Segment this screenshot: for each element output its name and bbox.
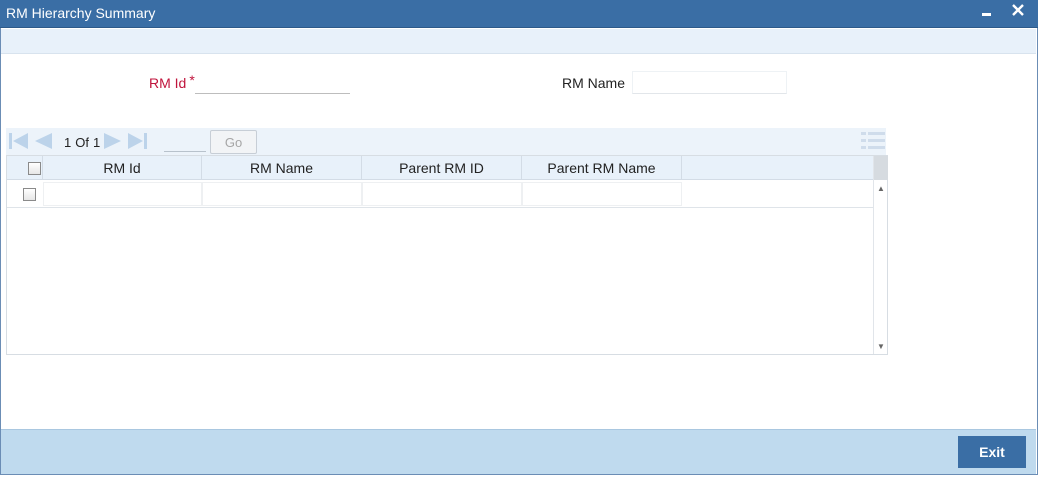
- rm-name-label: RM Name: [562, 75, 626, 91]
- goto-page-input[interactable]: [164, 132, 206, 152]
- parent-rm-name-cell[interactable]: [522, 182, 682, 206]
- prev-page-icon[interactable]: [32, 131, 54, 154]
- first-page-icon[interactable]: [8, 131, 30, 154]
- scrollbar-header-corner: [874, 156, 888, 180]
- rm-id-cell[interactable]: [43, 182, 202, 206]
- rm-id-input[interactable]: [195, 72, 350, 94]
- window-titlebar: RM Hierarchy Summary: [0, 0, 1038, 28]
- column-header[interactable]: Parent RM ID: [362, 156, 522, 180]
- row-checkbox[interactable]: [23, 188, 36, 201]
- select-all-column: [7, 156, 43, 180]
- footer-bar: [1, 429, 1036, 474]
- column-header[interactable]: RM Name: [202, 156, 362, 180]
- rm-id-label: RM Id *: [149, 72, 195, 91]
- pager-toolbar: 1 Of 1: [6, 128, 886, 155]
- scroll-up-icon[interactable]: ▲: [877, 184, 885, 193]
- list-view-icon[interactable]: [861, 131, 885, 151]
- rm-name-cell[interactable]: [202, 182, 362, 206]
- go-button[interactable]: Go: [210, 130, 257, 154]
- select-all-checkbox[interactable]: [28, 162, 41, 175]
- minimize-icon[interactable]: [977, 0, 997, 20]
- results-grid: RM Id RM Name Parent RM ID Parent RM Nam…: [6, 155, 888, 355]
- last-page-icon[interactable]: [126, 131, 148, 154]
- column-header[interactable]: RM Id: [43, 156, 202, 180]
- toolbar-strip: [1, 29, 1036, 54]
- table-row[interactable]: [7, 180, 873, 208]
- of-label: Of: [75, 135, 89, 150]
- exit-button[interactable]: Exit: [958, 436, 1026, 468]
- parent-rm-id-cell[interactable]: [362, 182, 522, 206]
- total-pages: 1: [92, 135, 101, 150]
- window-bottom-edge: [0, 474, 1038, 483]
- next-page-icon[interactable]: [102, 131, 124, 154]
- grid-header: RM Id RM Name Parent RM ID Parent RM Nam…: [7, 156, 873, 180]
- close-icon[interactable]: [1008, 1, 1028, 21]
- window-title: RM Hierarchy Summary: [6, 5, 156, 21]
- current-page: 1: [64, 135, 72, 150]
- scroll-down-icon[interactable]: ▼: [877, 342, 885, 351]
- page-indicator: 1 Of 1: [64, 135, 104, 150]
- required-marker: *: [189, 72, 195, 88]
- rm-name-input[interactable]: [632, 71, 787, 94]
- column-header[interactable]: Parent RM Name: [522, 156, 682, 180]
- vertical-scrollbar[interactable]: ▲ ▼: [873, 156, 888, 354]
